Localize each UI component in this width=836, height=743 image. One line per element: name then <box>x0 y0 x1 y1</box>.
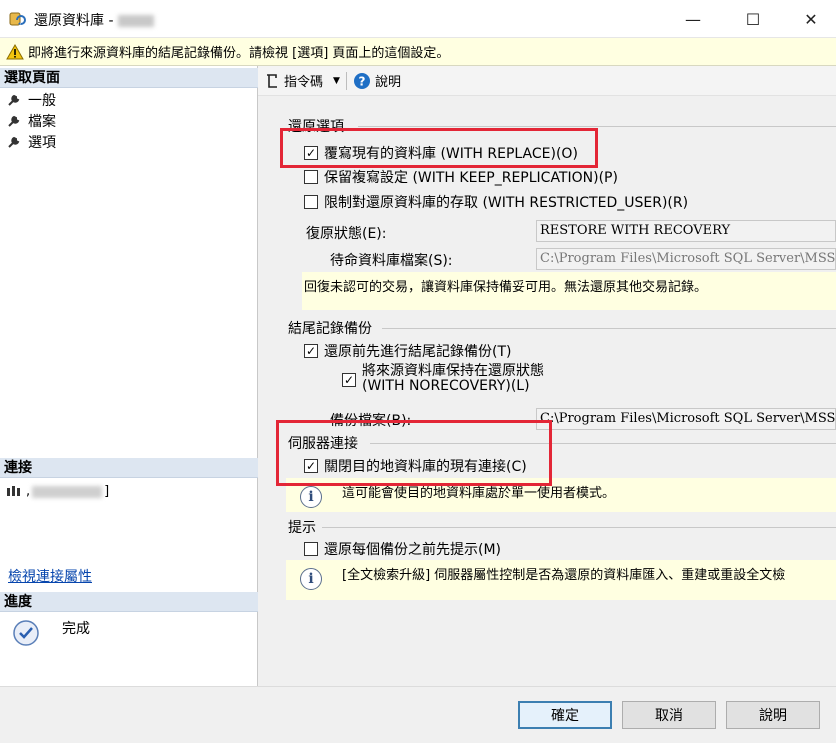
warning-icon <box>6 43 24 59</box>
script-icon <box>267 73 277 88</box>
ok-button[interactable]: 確定 <box>518 701 612 729</box>
tail-log-backup-checkbox[interactable]: ✓ <box>304 344 318 358</box>
help-icon: ? <box>353 72 370 89</box>
progress-header: 進度 <box>0 592 258 612</box>
redacted-connection <box>32 485 103 498</box>
backup-file-input[interactable]: C:\Program Files\Microsoft SQL Server\MS… <box>536 408 836 430</box>
group-divider <box>358 126 836 127</box>
norecovery-checkbox[interactable]: ✓ <box>342 373 356 387</box>
standby-file-label: 待命資料庫檔案(S): <box>330 253 453 269</box>
recovery-state-select[interactable]: RESTORE WITH RECOVERY <box>536 220 836 242</box>
connection-info: , ] <box>6 484 109 499</box>
wrench-icon <box>8 94 20 106</box>
highlight-server-connections <box>276 420 552 486</box>
prompt-each-backup-option[interactable]: 還原每個備份之前先提示(M) <box>304 539 501 559</box>
caret-down-icon: ▼ <box>333 75 340 86</box>
group-divider <box>322 527 836 528</box>
prompt-title: 提示 <box>288 520 316 536</box>
keep-replication-checkbox[interactable] <box>304 170 318 184</box>
restore-database-icon <box>9 12 26 26</box>
help-footer-button[interactable]: 說明 <box>726 701 820 729</box>
page-files[interactable]: 檔案 <box>6 111 56 131</box>
restricted-user-checkbox[interactable] <box>304 195 318 209</box>
tail-log-backup-option[interactable]: ✓ 還原前先進行結尾記錄備份(T) <box>304 341 511 361</box>
page-general[interactable]: 一般 <box>6 90 56 110</box>
recovery-info-box: 回復未認可的交易，讓資料庫保持備妥可用。無法還原其他交易記錄。 <box>302 272 836 310</box>
recovery-state-label: 復原狀態(E): <box>306 226 387 242</box>
connection-header: 連接 <box>0 458 258 478</box>
keep-replication-option[interactable]: 保留複寫設定 (WITH KEEP_REPLICATION)(P) <box>304 167 618 187</box>
toolbar-separator <box>345 71 347 90</box>
options-panel: 還原選項 ✓ 覆寫現有的資料庫 (WITH REPLACE)(O) 保留複寫設定… <box>258 96 836 686</box>
restricted-user-option[interactable]: 限制對還原資料庫的存取 (WITH RESTRICTED_USER)(R) <box>304 192 688 212</box>
wrench-icon <box>8 136 20 148</box>
info-icon: i <box>300 568 322 590</box>
script-button[interactable]: 指令碼 <box>264 71 323 90</box>
prompt-each-backup-checkbox[interactable] <box>304 542 318 556</box>
select-page-header: 選取頁面 <box>0 68 258 88</box>
server-connection-icon <box>7 485 20 496</box>
page-options[interactable]: 選項 <box>6 132 56 152</box>
progress-status: 完成 <box>12 619 90 647</box>
prompt-info-text: [全文檢索升級] 伺服器屬性控制是否為還原的資料庫匯入、重建或重設全文檢 <box>342 568 786 583</box>
warning-text: 即將進行來源資料庫的結尾記錄備份。請檢視 [選項] 頁面上的這個設定。 <box>28 46 450 61</box>
warning-bar: 即將進行來源資料庫的結尾記錄備份。請檢視 [選項] 頁面上的這個設定。 <box>0 38 836 66</box>
standby-file-input[interactable]: C:\Program Files\Microsoft SQL Server\MS… <box>536 248 836 270</box>
script-dropdown[interactable]: ▼ <box>333 76 340 86</box>
tail-log-title: 結尾記錄備份 <box>288 321 372 337</box>
svg-text:?: ? <box>358 74 365 88</box>
redacted-server-name <box>117 15 154 27</box>
left-pane: 選取頁面 一般 檔案 選項 連接 , ] 檢視連接屬性 進度 完成 <box>0 66 258 686</box>
view-connection-properties-link[interactable]: 檢視連接屬性 <box>8 566 92 586</box>
checkmark-circle-icon <box>13 620 39 646</box>
window-title: 還原資料庫 - <box>34 10 154 30</box>
close-button[interactable]: ✕ <box>786 0 836 38</box>
norecovery-option[interactable]: ✓ 將來源資料庫保持在還原狀態 (WITH NORECOVERY)(L) <box>342 364 544 394</box>
minimize-button[interactable]: — <box>668 0 718 38</box>
group-divider <box>382 328 836 329</box>
title-bar: 還原資料庫 - — ☐ ✕ <box>0 0 836 38</box>
help-button[interactable]: ? 說明 <box>353 71 401 90</box>
maximize-button[interactable]: ☐ <box>728 0 778 38</box>
toolbar: 指令碼 ▼ ? 說明 <box>258 66 836 96</box>
cancel-button[interactable]: 取消 <box>622 701 716 729</box>
info-icon: i <box>300 486 322 508</box>
highlight-with-replace <box>280 128 598 168</box>
wrench-icon <box>8 115 20 127</box>
dialog-footer: 確定 取消 說明 <box>0 686 836 743</box>
